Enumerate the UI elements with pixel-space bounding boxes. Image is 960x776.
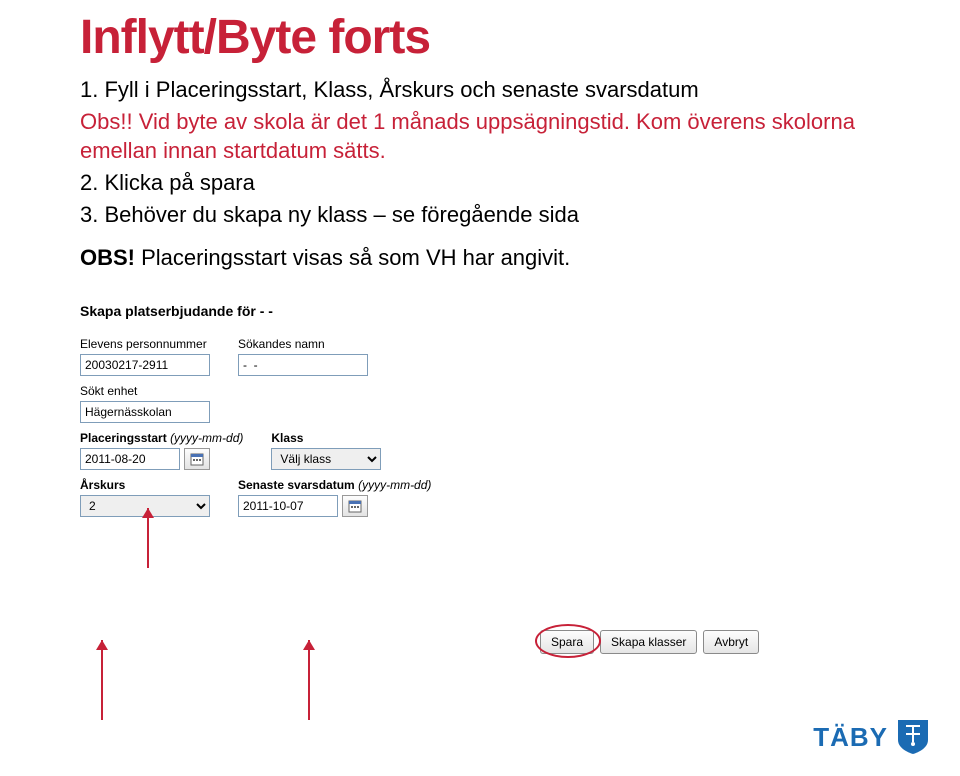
obs-tail: Placeringsstart visas så som VH har angi… [135,245,570,270]
instruction-obs-bottom: OBS! Placeringsstart visas så som VH har… [80,243,880,273]
instruction-line-2: 2. Klicka på spara [80,168,880,198]
elev-personnummer-input[interactable] [80,354,210,376]
skapa-klasser-button[interactable]: Skapa klasser [600,630,697,654]
svarsdatum-input[interactable] [238,495,338,517]
calendar-icon[interactable] [342,495,368,517]
arskurs-label: Årskurs [80,478,210,492]
sokande-namn-input[interactable] [238,354,368,376]
obs-body: Vid byte av skola är det 1 månads uppsäg… [80,109,855,164]
instruction-block: 1. Fyll i Placeringsstart, Klass, Årskur… [80,75,880,273]
form-heading: Skapa platserbjudande för - - [80,303,880,319]
calendar-icon[interactable] [184,448,210,470]
annotation-arrow [308,640,310,720]
svarsdatum-label: Senaste svarsdatum (yyyy-mm-dd) [238,478,431,492]
button-row: Spara Skapa klasser Avbryt [540,630,759,654]
taby-logo: TÄBY [813,718,930,756]
instruction-line-1: 1. Fyll i Placeringsstart, Klass, Årskur… [80,75,880,105]
logo-text: TÄBY [813,722,888,753]
sokt-enhet-label: Sökt enhet [80,384,210,398]
obs-bold: OBS! [80,245,135,270]
sokt-enhet-input[interactable] [80,401,210,423]
instruction-obs: Obs!! Vid byte av skola är det 1 månads … [80,107,880,166]
instruction-line-3: 3. Behöver du skapa ny klass – se föregå… [80,200,880,230]
klass-label: Klass [271,431,381,445]
form-screenshot: Skapa platserbjudande för - - Elevens pe… [80,303,880,517]
placeringsstart-label: Placeringsstart (yyyy-mm-dd) [80,431,243,445]
spara-button[interactable]: Spara [540,630,594,654]
obs-prefix: Obs!! [80,109,139,134]
annotation-arrow [101,640,103,720]
elev-personnummer-label: Elevens personnummer [80,337,210,351]
page-title: Inflytt/Byte forts [80,10,880,65]
avbryt-button[interactable]: Avbryt [703,630,759,654]
placeringsstart-input[interactable] [80,448,180,470]
shield-icon [896,718,930,756]
sokande-namn-label: Sökandes namn [238,337,368,351]
klass-select[interactable]: Välj klass [271,448,381,470]
annotation-arrow [147,508,149,568]
